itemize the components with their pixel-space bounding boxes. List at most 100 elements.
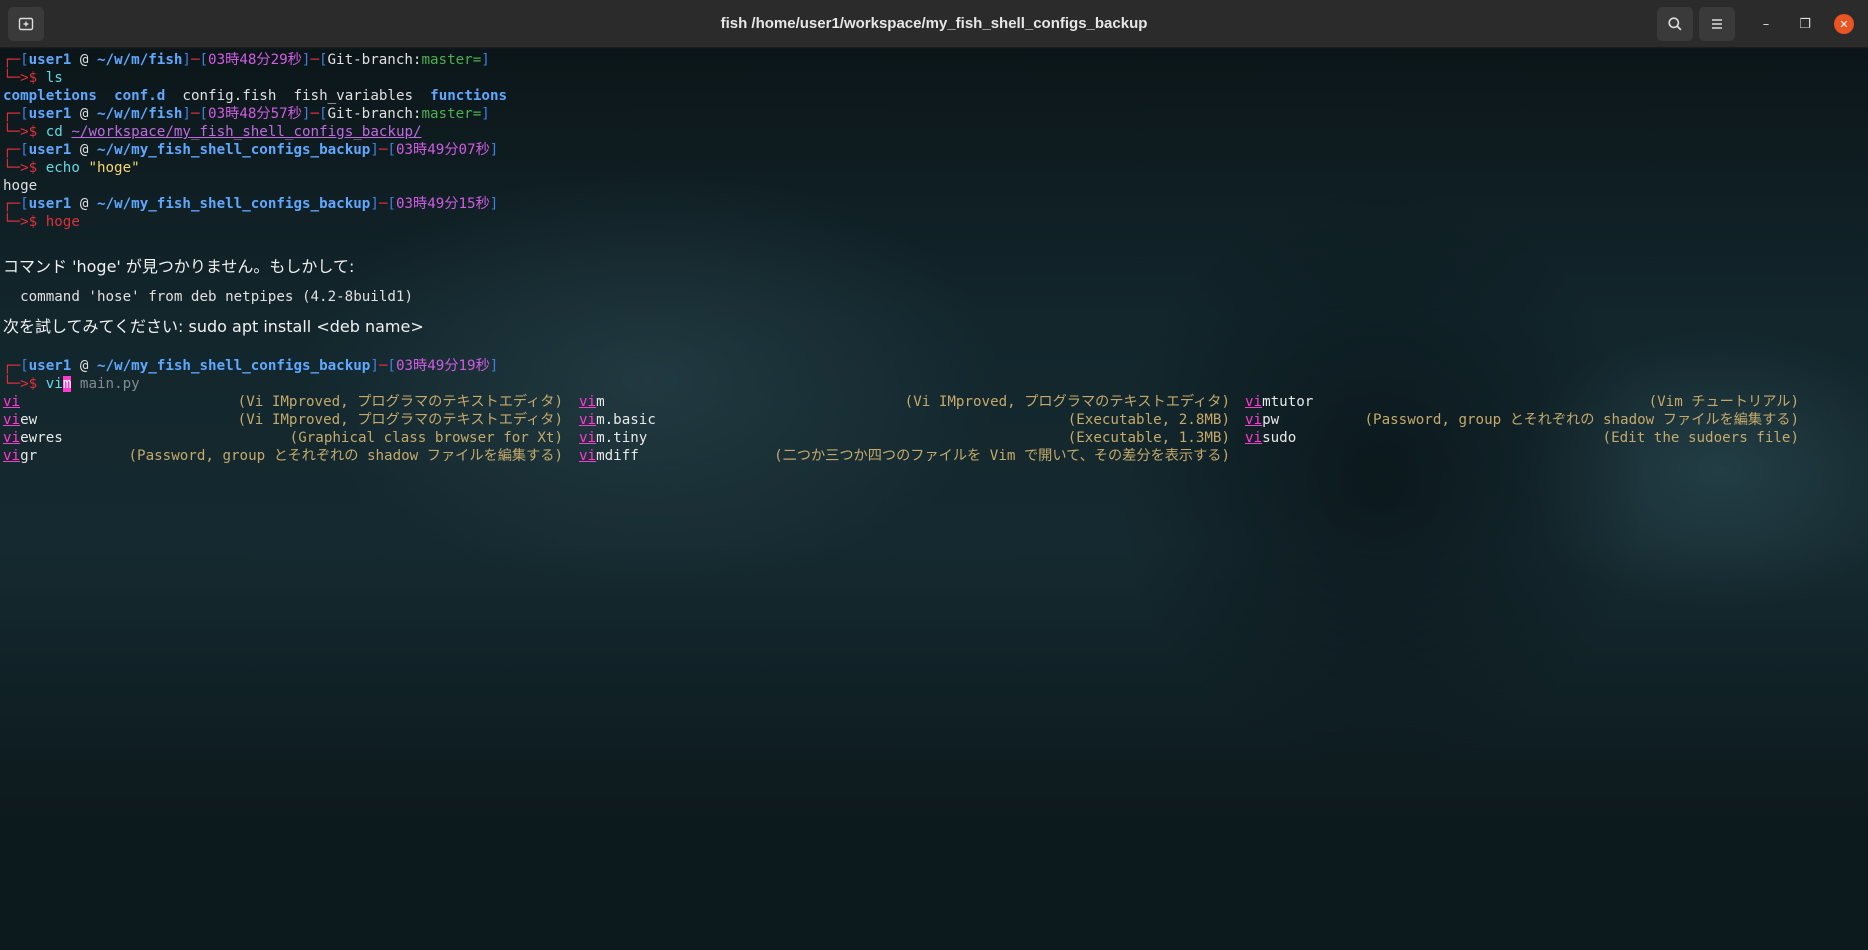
window-titlebar: fish /home/user1/workspace/my_fish_shell… <box>0 0 1868 48</box>
git-branch: master= <box>421 52 482 68</box>
prompt-line: ┌─[user1 @ ~/w/my_fish_shell_configs_bac… <box>3 141 1863 159</box>
prompt-frame: └─ <box>3 376 21 392</box>
path-argument: ~/workspace/my_fish_shell_configs_backup… <box>71 124 422 140</box>
completion-item[interactable]: vigr <box>3 447 37 465</box>
maximize-button[interactable]: ❐ <box>1795 14 1815 34</box>
bracket: ] <box>481 106 490 122</box>
completion-row: view (Vi IMproved, プログラマのテキストエディタ) vim.b… <box>3 411 1863 429</box>
completion-desc: (Vi IMproved, プログラマのテキストエディタ) <box>237 394 563 410</box>
prompt-frame: ┌─ <box>3 358 21 374</box>
completion-row: vi (Vi IMproved, プログラマのテキストエディタ) vim (Vi… <box>3 393 1863 411</box>
bracket: [ <box>387 196 396 212</box>
command-line: └─>$ ls <box>3 69 1863 87</box>
menu-button[interactable] <box>1699 7 1735 41</box>
completion-desc: (Graphical class browser for Xt) <box>289 430 563 446</box>
completion-item[interactable]: view <box>3 411 37 429</box>
hamburger-menu-icon <box>1712 19 1722 29</box>
completion-prefix: vi <box>1245 430 1263 446</box>
at-sign: @ <box>71 196 97 212</box>
completion-name: mdiff <box>596 448 639 464</box>
completion-desc: (Executable, 1.3MB) <box>1067 430 1230 446</box>
prompt-frame: └─ <box>3 214 21 230</box>
prompt-dir: ~/w/m/fish <box>96 106 183 122</box>
bracket: [ <box>20 142 29 158</box>
completion-desc: (Password, group とそれぞれの shadow ファイルを編集する… <box>1364 412 1799 428</box>
command-text: echo <box>45 160 80 176</box>
completion-item[interactable]: vimtutor <box>1245 393 1313 411</box>
completion-prefix: vi <box>579 394 597 410</box>
bracket: [ <box>20 52 29 68</box>
bracket: ] <box>370 142 379 158</box>
completion-item[interactable]: vim <box>579 393 605 411</box>
close-button[interactable]: ✕ <box>1834 14 1854 34</box>
command-text: ls <box>45 70 63 86</box>
prompt-frame: ┌─ <box>3 196 21 212</box>
prompt-arrow: >$ <box>20 70 46 86</box>
completion-item[interactable]: visudo <box>1245 429 1296 447</box>
completion-item[interactable]: vipw <box>1245 411 1279 429</box>
bracket: [ <box>318 52 328 68</box>
error-text: コマンド 'hoge' が見つかりません。もしかして: <box>3 257 355 276</box>
completion-prefix: vi <box>3 430 21 446</box>
bracket: ] <box>489 142 499 158</box>
prompt-dash: ─ <box>190 52 200 68</box>
completion-prefix: vi <box>3 394 21 410</box>
completion-item[interactable]: viewres <box>3 429 63 447</box>
completion-name: m <box>596 394 605 410</box>
prompt-frame: └─ <box>3 160 21 176</box>
at-sign: @ <box>71 358 97 374</box>
prompt-frame: └─ <box>3 70 21 86</box>
completion-item[interactable]: vim.tiny <box>579 429 647 447</box>
invalid-command-text: hoge <box>45 214 80 230</box>
search-button[interactable] <box>1657 7 1693 41</box>
active-command-line[interactable]: └─>$ vim main.py <box>3 375 1863 393</box>
completion-name: ew <box>20 412 38 428</box>
bracket: [ <box>387 358 396 374</box>
at-sign: @ <box>71 52 97 68</box>
suggestion-line: command 'hose' from deb netpipes (4.2-8b… <box>3 289 413 305</box>
prompt-line: ┌─[user1 @ ~/w/my_fish_shell_configs_bac… <box>3 195 1863 213</box>
bracket: ] <box>489 358 499 374</box>
at-sign: @ <box>71 142 97 158</box>
install-hint: 次を試してみてください: sudo apt install <deb name> <box>3 309 1863 345</box>
completion-desc: (Vi IMproved, プログラマのテキストエディタ) <box>237 412 563 428</box>
prompt-user: user1 <box>28 358 72 374</box>
git-branch: master= <box>421 106 482 122</box>
bracket: [ <box>199 52 209 68</box>
prompt-frame: ┌─ <box>3 142 21 158</box>
completion-item[interactable]: vi <box>3 393 20 411</box>
completion-prefix: vi <box>3 412 21 428</box>
ls-dir-entry: conf.d <box>114 88 166 104</box>
ls-file-entry: fish_variables <box>293 88 414 104</box>
bracket: [ <box>387 142 396 158</box>
prompt-dir: ~/w/m/fish <box>96 52 183 68</box>
completion-item[interactable]: vimdiff <box>579 447 639 465</box>
bracket: [ <box>199 106 209 122</box>
prompt-time: 03時48分29秒 <box>208 52 302 68</box>
string-argument: "hoge" <box>88 160 140 176</box>
completion-prefix: vi <box>1245 394 1263 410</box>
completion-prefix: vi <box>3 448 21 464</box>
bracket: ] <box>481 52 490 68</box>
prompt-dir: ~/w/my_fish_shell_configs_backup <box>96 142 371 158</box>
prompt-user: user1 <box>28 142 72 158</box>
prompt-dash: ─ <box>190 106 200 122</box>
completion-pager: vi (Vi IMproved, プログラマのテキストエディタ) vim (Vi… <box>3 393 1863 465</box>
prompt-time: 03時48分57秒 <box>208 106 302 122</box>
command-text: cd <box>45 124 63 140</box>
search-icon <box>1668 17 1682 31</box>
prompt-user: user1 <box>28 196 72 212</box>
prompt-line: ┌─[user1 @ ~/w/m/fish]─[03時48分57秒]─[Git-… <box>3 105 1863 123</box>
completion-item[interactable]: vim.basic <box>579 411 656 429</box>
minimize-button[interactable]: – <box>1756 14 1776 34</box>
prompt-dir: ~/w/my_fish_shell_configs_backup <box>96 358 371 374</box>
completion-prefix: vi <box>579 448 597 464</box>
completion-desc: (Edit the sudoers file) <box>1602 430 1799 446</box>
terminal-area[interactable]: ┌─[user1 @ ~/w/m/fish]─[03時48分29秒]─[Git-… <box>0 49 1868 950</box>
prompt-time: 03時49分19秒 <box>395 358 490 374</box>
command-line: └─>$ hoge <box>3 213 1863 231</box>
completion-name: gr <box>20 448 38 464</box>
terminal-output: ┌─[user1 @ ~/w/m/fish]─[03時48分29秒]─[Git-… <box>3 51 1863 465</box>
